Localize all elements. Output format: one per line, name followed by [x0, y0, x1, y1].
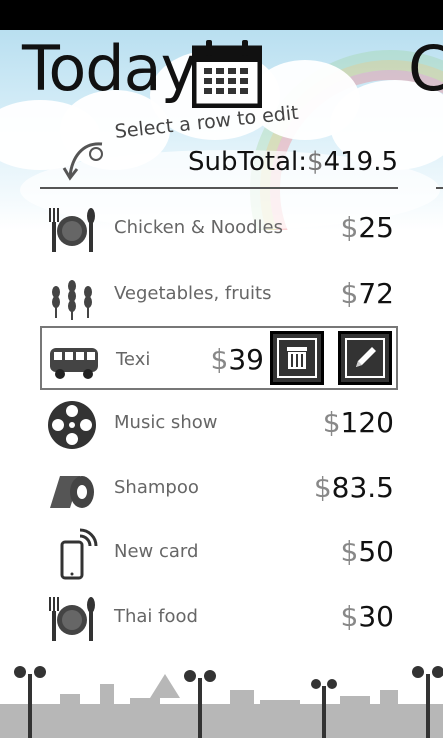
row-amount: $25: [340, 211, 394, 244]
dining-icon: [49, 597, 95, 641]
expense-row[interactable]: Shampoo $83.5: [40, 456, 398, 520]
expense-row[interactable]: Vegetables, fruits $72: [40, 262, 398, 326]
row-amount: $72: [340, 277, 394, 310]
calendar-icon[interactable]: [192, 38, 262, 108]
header-divider: [40, 187, 398, 189]
phone-icon: [60, 528, 98, 580]
subtotal-label: SubTotal:: [188, 147, 308, 177]
row-name: Texi: [116, 349, 151, 370]
wheat-icon: [52, 280, 92, 320]
expense-row[interactable]: New card $50: [40, 520, 398, 584]
pencil-icon: [356, 347, 376, 367]
dining-icon: [49, 208, 95, 252]
row-name: Thai food: [114, 606, 198, 627]
expense-row[interactable]: Chicken & Noodles $25: [40, 196, 398, 260]
edit-button[interactable]: [338, 331, 392, 385]
row-name: New card: [114, 541, 199, 562]
row-name: Chicken & Noodles: [114, 217, 283, 238]
expense-row[interactable]: Thai food $30: [40, 585, 398, 649]
toilet-paper-icon: [50, 476, 94, 508]
delete-button[interactable]: [270, 331, 324, 385]
subtotal-currency: $: [307, 147, 324, 177]
subtotal: SubTotal: $ 419.5: [188, 147, 398, 177]
curved-arrow-icon: [62, 142, 103, 181]
bus-icon: [50, 348, 98, 379]
status-bar: [0, 0, 443, 30]
next-page-divider: [436, 187, 443, 189]
row-amount: $83.5: [313, 471, 394, 504]
row-amount: $120: [322, 406, 394, 439]
subtotal-value: 419.5: [323, 147, 398, 177]
trash-icon: [287, 347, 307, 369]
row-name: Music show: [114, 412, 218, 433]
film-reel-icon: [48, 401, 96, 449]
expense-row-selected[interactable]: Texi $39: [40, 326, 398, 390]
row-amount: $30: [340, 600, 394, 633]
city-skyline-decoration: [0, 666, 443, 738]
row-amount: $50: [340, 535, 394, 568]
row-name: Vegetables, fruits: [114, 283, 272, 304]
page-title: Today: [22, 32, 197, 105]
row-name: Shampoo: [114, 477, 199, 498]
row-amount: $39: [210, 343, 264, 376]
next-page-title-peek[interactable]: C: [408, 38, 443, 100]
expense-row[interactable]: Music show $120: [40, 391, 398, 455]
